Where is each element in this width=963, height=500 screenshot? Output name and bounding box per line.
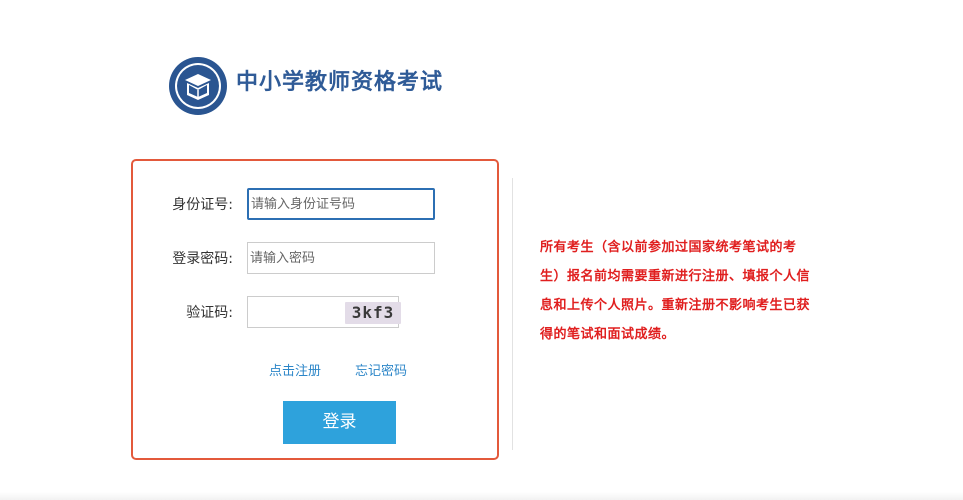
- id-number-input[interactable]: [247, 188, 435, 220]
- password-input[interactable]: [247, 242, 435, 274]
- site-title: 中小学教师资格考试: [236, 70, 444, 95]
- password-label: 登录密码:: [172, 251, 233, 267]
- register-link[interactable]: 点击注册: [269, 360, 321, 379]
- password-row: 登录密码:: [133, 242, 497, 276]
- vertical-divider: [512, 178, 513, 450]
- login-panel: 身份证号: 登录密码: 验证码: 3kf3 点击注册 忘记密码 登录: [131, 159, 499, 460]
- account-links: 点击注册 忘记密码: [133, 360, 497, 379]
- login-page: 中小学教师资格考试 身份证号: 登录密码: 验证码: 3kf3 点击注册 忘记密…: [0, 0, 963, 500]
- teacher-exam-logo-icon: [168, 56, 228, 116]
- registration-notice: 所有考生（含以前参加过国家统考笔试的考生）报名前均需要重新进行注册、填报个人信息…: [540, 240, 811, 342]
- id-number-label: 身份证号:: [172, 197, 233, 213]
- login-button[interactable]: 登录: [283, 401, 396, 444]
- forgot-password-link[interactable]: 忘记密码: [355, 360, 407, 379]
- captcha-row: 验证码: 3kf3: [133, 296, 497, 330]
- captcha-text: 3kf3: [351, 303, 395, 322]
- captcha-label: 验证码:: [186, 305, 233, 321]
- bottom-edge: [0, 492, 963, 500]
- id-number-row: 身份证号:: [133, 188, 497, 222]
- captcha-image[interactable]: 3kf3: [345, 302, 401, 324]
